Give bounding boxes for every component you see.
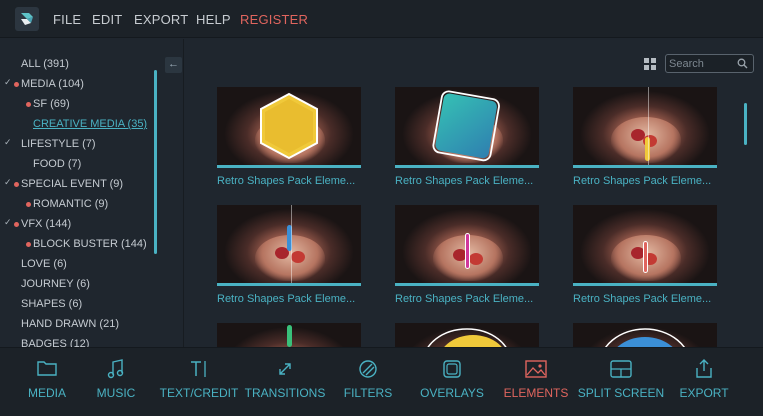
- category-sidebar: ALL (391) ✓ MEDIA (104) SF (69) CREATIVE…: [0, 39, 184, 347]
- search-input[interactable]: [669, 56, 735, 71]
- toolbar-text-credit[interactable]: TEXT/CREDIT: [158, 358, 240, 408]
- element-tile[interactable]: [217, 323, 361, 347]
- element-thumbnail: [395, 205, 539, 283]
- yellow-circle-shape: [427, 328, 507, 347]
- element-thumbnail: [217, 87, 361, 165]
- element-thumbnail: [573, 205, 717, 283]
- menu-help[interactable]: HELP: [196, 12, 231, 27]
- toolbar-export[interactable]: EXPORT: [672, 358, 736, 408]
- app-logo-icon[interactable]: [15, 7, 39, 31]
- element-tile[interactable]: Retro Shapes Pack Eleme...: [395, 205, 539, 309]
- element-tile[interactable]: Retro Shapes Pack Eleme...: [395, 87, 539, 191]
- text-cursor-icon: [191, 361, 206, 377]
- sidebar-scrollbar[interactable]: [154, 70, 157, 254]
- element-title: Retro Shapes Pack Eleme...: [217, 293, 356, 305]
- element-title: Retro Shapes Pack Eleme...: [573, 175, 712, 187]
- new-dot-icon: [14, 182, 19, 187]
- element-tile[interactable]: Retro Shapes Pack Eleme...: [573, 87, 717, 191]
- new-dot-icon: [14, 222, 19, 227]
- toolbar-elements[interactable]: ELEMENTS: [500, 358, 572, 408]
- toolbar-filters[interactable]: FILTERS: [338, 358, 398, 408]
- filters-icon: [359, 360, 377, 378]
- menu-file[interactable]: FILE: [53, 12, 81, 27]
- music-note-icon: [107, 359, 124, 379]
- element-title: Retro Shapes Pack Eleme...: [395, 175, 534, 187]
- toolbar-media[interactable]: MEDIA: [14, 358, 80, 408]
- element-title: Retro Shapes Pack Eleme...: [573, 293, 712, 305]
- element-title: Retro Shapes Pack Eleme...: [217, 175, 356, 187]
- teal-square-shape: [432, 90, 500, 162]
- yellow-hexagon-shape: [260, 92, 318, 160]
- transition-arrows-icon: [279, 363, 291, 375]
- element-tile[interactable]: Retro Shapes Pack Eleme...: [217, 205, 361, 309]
- new-dot-icon: [26, 242, 31, 247]
- search-icon[interactable]: [737, 58, 748, 69]
- elements-library: Retro Shapes Pack Eleme... Retro Shapes …: [185, 39, 763, 347]
- chevron-down-icon[interactable]: ✓: [4, 177, 12, 188]
- content-scrollbar[interactable]: [744, 103, 747, 145]
- red-bar-shape: [643, 241, 648, 273]
- new-dot-icon: [26, 202, 31, 207]
- element-tile[interactable]: Retro Shapes Pack Eleme...: [573, 205, 717, 309]
- overlay-icon: [443, 360, 461, 378]
- menu-edit[interactable]: EDIT: [92, 12, 122, 27]
- menu-export[interactable]: EXPORT: [134, 12, 188, 27]
- element-tile[interactable]: [395, 323, 539, 347]
- element-thumbnail: [395, 323, 539, 347]
- toolbar-split-screen[interactable]: SPLIT SCREEN: [576, 358, 666, 408]
- blue-circle-shape: [604, 328, 686, 347]
- toolbar-overlays[interactable]: OVERLAYS: [416, 358, 488, 408]
- bottom-toolbar: MEDIA MUSIC TEXT/CREDIT TRANSITIONS FILT…: [0, 347, 763, 416]
- arrow-left-icon: ←: [168, 58, 179, 70]
- element-thumbnail: [573, 323, 717, 347]
- element-tile[interactable]: [573, 323, 717, 347]
- folder-icon: [37, 361, 57, 376]
- image-icon: [525, 360, 547, 378]
- chevron-down-icon[interactable]: ✓: [4, 137, 12, 148]
- element-title: Retro Shapes Pack Eleme...: [395, 293, 534, 305]
- chevron-down-icon[interactable]: ✓: [4, 217, 12, 228]
- element-thumbnail: [395, 87, 539, 165]
- element-thumbnail: [217, 205, 361, 283]
- new-dot-icon: [26, 102, 31, 107]
- export-icon: [696, 359, 712, 378]
- toolbar-music[interactable]: MUSIC: [86, 358, 146, 408]
- toolbar-transitions[interactable]: TRANSITIONS: [242, 358, 328, 408]
- green-bar-shape: [287, 325, 292, 347]
- pink-bar-shape: [465, 233, 470, 269]
- menu-bar: FILE EDIT EXPORT HELP REGISTER: [0, 0, 763, 38]
- chevron-down-icon[interactable]: ✓: [4, 77, 12, 88]
- element-tile[interactable]: Retro Shapes Pack Eleme...: [217, 87, 361, 191]
- split-screen-icon: [610, 360, 632, 378]
- element-thumbnail: [217, 323, 361, 347]
- menu-register[interactable]: REGISTER: [240, 12, 308, 27]
- search-box: [665, 54, 754, 73]
- collapse-sidebar-button[interactable]: ←: [165, 57, 182, 73]
- element-thumbnail: [573, 87, 717, 165]
- grid-view-icon[interactable]: [644, 58, 657, 71]
- new-dot-icon: [14, 82, 19, 87]
